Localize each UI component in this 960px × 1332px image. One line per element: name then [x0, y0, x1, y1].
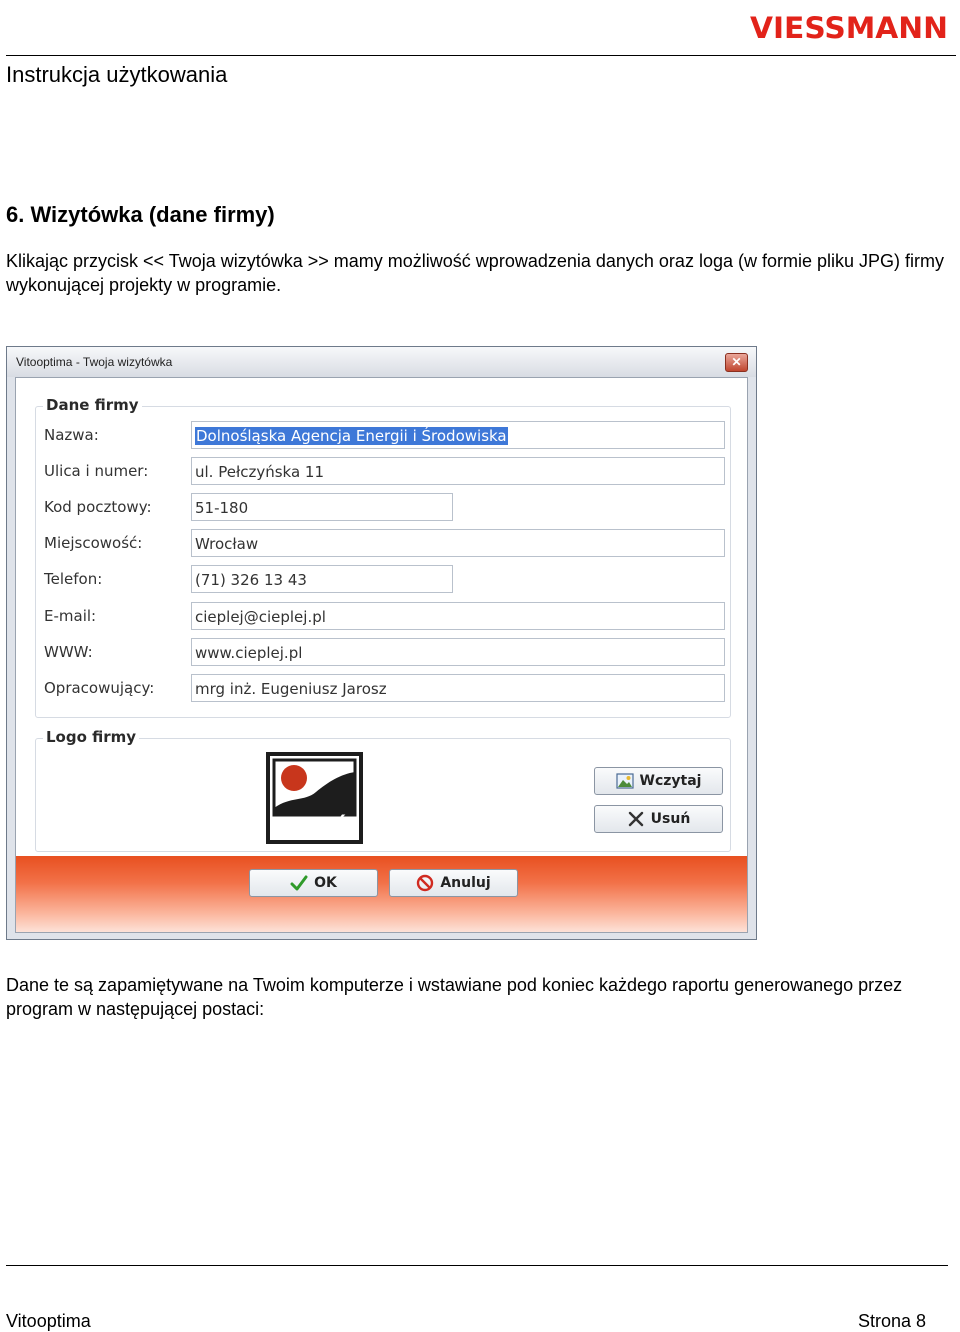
cancel-icon — [417, 874, 434, 892]
company-data-group: Dane firmy — [35, 396, 731, 718]
business-card-dialog: Vitooptima - Twoja wizytówka ✕ Dane firm… — [6, 346, 757, 940]
company-group-title: Dane firmy — [43, 396, 142, 414]
svg-text:VIESSMANN: VIESSMANN — [750, 11, 948, 45]
logo-group-title: Logo firmy — [43, 728, 140, 746]
image-icon — [615, 773, 634, 789]
author-field[interactable]: mrg inż. Eugeniusz Jarosz — [191, 674, 725, 702]
author-label: Opracowujący: — [44, 679, 155, 697]
cancel-label: Anuluj — [440, 875, 491, 891]
email-field[interactable]: cieplej@cieplej.pl — [191, 602, 725, 630]
footer-product-name: Vitooptima — [6, 1311, 91, 1331]
svg-text:DAEŚ: DAEŚ — [278, 813, 350, 843]
email-label: E-mail: — [44, 607, 97, 625]
postcode-field[interactable]: 51-180 — [191, 493, 453, 521]
load-logo-button[interactable]: Wczytaj — [594, 767, 723, 795]
phone-field[interactable]: (71) 326 13 43 — [191, 565, 453, 593]
phone-label: Telefon: — [44, 570, 103, 588]
load-logo-label: Wczytaj — [639, 773, 702, 789]
dialog-titlebar: Vitooptima - Twoja wizytówka ✕ — [7, 347, 756, 377]
dialog-button-bar — [16, 856, 747, 932]
section-heading: 6. Wizytówka (dane firmy) — [6, 202, 275, 227]
cancel-button[interactable]: Anuluj — [389, 869, 518, 897]
city-label: Miejscowość: — [44, 534, 143, 552]
ok-label: OK — [314, 875, 337, 891]
document-title: Instrukcja użytkowania — [6, 62, 228, 87]
close-button[interactable]: ✕ — [725, 353, 748, 372]
footer-rule — [6, 1265, 948, 1266]
close-icon: ✕ — [731, 355, 742, 369]
page-number: Strona 8 — [857, 1311, 926, 1331]
remove-logo-button[interactable]: Usuń — [594, 805, 723, 833]
company-logo-image: DAEŚ — [266, 752, 363, 844]
dialog-title: Vitooptima - Twoja wizytówka — [16, 355, 173, 369]
company-logo-group: Logo firmy — [35, 728, 731, 852]
intro-paragraph: Klikając przycisk << Twoja wizytówka >> … — [6, 251, 944, 295]
dialog-client-area: Dane firmy Nazwa: Dolnośląska Agencja En… — [15, 377, 748, 933]
viessmann-logo: VIESSMANN — [750, 11, 948, 45]
street-field[interactable]: ul. Pełczyńska 11 — [191, 457, 725, 485]
name-label: Nazwa: — [44, 426, 99, 444]
after-paragraph: Dane te są zapamiętywane na Twoim komput… — [6, 975, 903, 1019]
postcode-label: Kod pocztowy: — [44, 498, 152, 516]
www-field[interactable]: www.cieplej.pl — [191, 638, 725, 666]
checkmark-icon — [290, 875, 308, 891]
name-field[interactable]: Dolnośląska Agencja Energii i Środowiska — [191, 421, 725, 449]
street-label: Ulica i numer: — [44, 462, 149, 480]
name-value: Dolnośląska Agencja Energii i Środowiska — [195, 427, 508, 445]
www-label: WWW: — [44, 643, 93, 661]
ok-button[interactable]: OK — [249, 869, 378, 897]
remove-x-icon — [628, 811, 643, 827]
header-rule — [6, 55, 956, 56]
remove-logo-label: Usuń — [650, 811, 691, 827]
city-field[interactable]: Wrocław — [191, 529, 725, 557]
